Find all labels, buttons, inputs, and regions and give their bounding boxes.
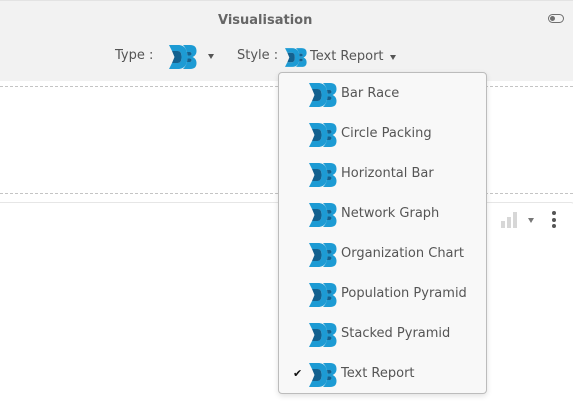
d3-logo-icon <box>309 363 337 387</box>
menu-item-network-graph[interactable]: Network Graph <box>279 194 486 234</box>
d3-logo-icon <box>285 48 307 67</box>
checkmark-icon: ✔ <box>293 367 303 380</box>
style-select[interactable]: Text Report <box>284 45 402 71</box>
d3-logo-icon <box>309 123 337 147</box>
menu-item-organization-chart[interactable]: Organization Chart <box>279 234 486 274</box>
menu-item-bar-race[interactable]: Bar Race <box>279 74 486 114</box>
d3-logo-icon <box>309 163 337 187</box>
style-selected-value: Text Report <box>310 49 384 64</box>
menu-item-text-report[interactable]: ✔ Text Report <box>279 354 486 394</box>
type-label: Type : <box>115 48 154 63</box>
d3-logo-icon <box>169 45 197 69</box>
d3-logo-icon <box>309 283 337 307</box>
style-dropdown-menu: Bar Race Circle Packing Horizontal Bar N… <box>278 72 487 394</box>
toggle-icon[interactable] <box>548 14 564 23</box>
menu-item-label: Circle Packing <box>341 126 432 141</box>
menu-item-label: Horizontal Bar <box>341 166 434 181</box>
toggle-knob <box>549 15 555 21</box>
menu-item-label: Organization Chart <box>341 246 464 261</box>
menu-item-circle-packing[interactable]: Circle Packing <box>279 114 486 154</box>
menu-item-label: Stacked Pyramid <box>341 326 451 341</box>
kebab-menu-icon[interactable] <box>551 211 559 229</box>
menu-item-population-pyramid[interactable]: Population Pyramid <box>279 274 486 314</box>
menu-item-label: Network Graph <box>341 206 440 221</box>
bar-chart-icon[interactable] <box>501 212 517 228</box>
d3-logo-icon <box>309 203 337 227</box>
chevron-down-icon <box>390 55 396 60</box>
panel-title: Visualisation <box>218 13 313 28</box>
menu-item-label: Bar Race <box>341 86 400 101</box>
menu-item-horizontal-bar[interactable]: Horizontal Bar <box>279 154 486 194</box>
menu-item-label: Population Pyramid <box>341 286 467 301</box>
visualisation-panel: Visualisation Type : Style : Text Report <box>0 0 573 81</box>
visualisation-editor: Visualisation Type : Style : Text Report <box>0 0 573 413</box>
chevron-down-icon <box>208 54 214 59</box>
chevron-down-icon[interactable] <box>528 218 534 223</box>
menu-item-label: Text Report <box>341 366 415 381</box>
d3-logo-icon <box>309 243 337 267</box>
type-select[interactable] <box>165 43 221 71</box>
style-label: Style : <box>237 48 279 63</box>
d3-logo-icon <box>309 83 337 107</box>
d3-logo-icon <box>309 323 337 347</box>
menu-item-stacked-pyramid[interactable]: Stacked Pyramid <box>279 314 486 354</box>
